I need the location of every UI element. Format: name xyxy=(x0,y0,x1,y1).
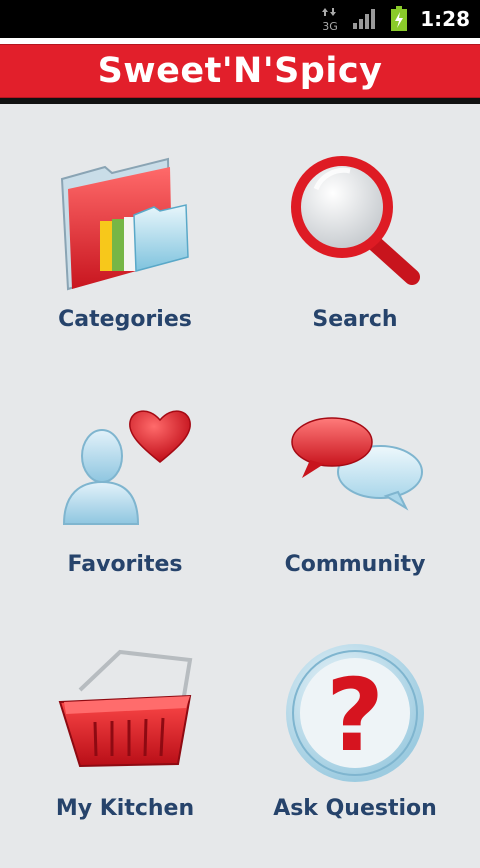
main-menu-grid: Categories Search Favorites Community My… xyxy=(0,104,480,854)
network-label: 3G xyxy=(322,20,338,32)
favorites-label: Favorites xyxy=(67,552,183,577)
app-title: Sweet'N'Spicy xyxy=(97,51,383,91)
ask-question-tile[interactable]: ? Ask Question xyxy=(240,638,470,868)
search-tile[interactable]: Search xyxy=(240,149,470,379)
categories-tile[interactable]: Categories xyxy=(10,149,240,379)
community-label: Community xyxy=(284,552,426,577)
status-icons: 3G 1:28 xyxy=(320,0,480,38)
community-tile[interactable]: Community xyxy=(240,394,470,624)
status-bar: 3G 1:28 xyxy=(0,0,480,38)
folder-icon xyxy=(50,149,200,299)
chat-bubbles-icon xyxy=(280,394,430,544)
basket-icon xyxy=(50,638,200,788)
data-3g-icon: 3G xyxy=(320,6,340,32)
clock: 1:28 xyxy=(420,7,470,31)
my-kitchen-tile[interactable]: My Kitchen xyxy=(10,638,240,868)
user-heart-icon xyxy=(50,394,200,544)
svg-text:?: ? xyxy=(326,657,384,774)
title-banner: Sweet'N'Spicy xyxy=(0,44,480,98)
categories-label: Categories xyxy=(58,307,192,332)
magnifier-icon xyxy=(280,149,430,299)
my-kitchen-label: My Kitchen xyxy=(55,796,195,821)
title-bar: Sweet'N'Spicy xyxy=(0,38,480,104)
battery-charging-icon xyxy=(390,6,408,32)
question-mark-icon: ? xyxy=(280,638,430,788)
signal-icon xyxy=(352,8,378,30)
search-label: Search xyxy=(312,307,398,332)
ask-question-label: Ask Question xyxy=(273,796,437,821)
favorites-tile[interactable]: Favorites xyxy=(10,394,240,624)
